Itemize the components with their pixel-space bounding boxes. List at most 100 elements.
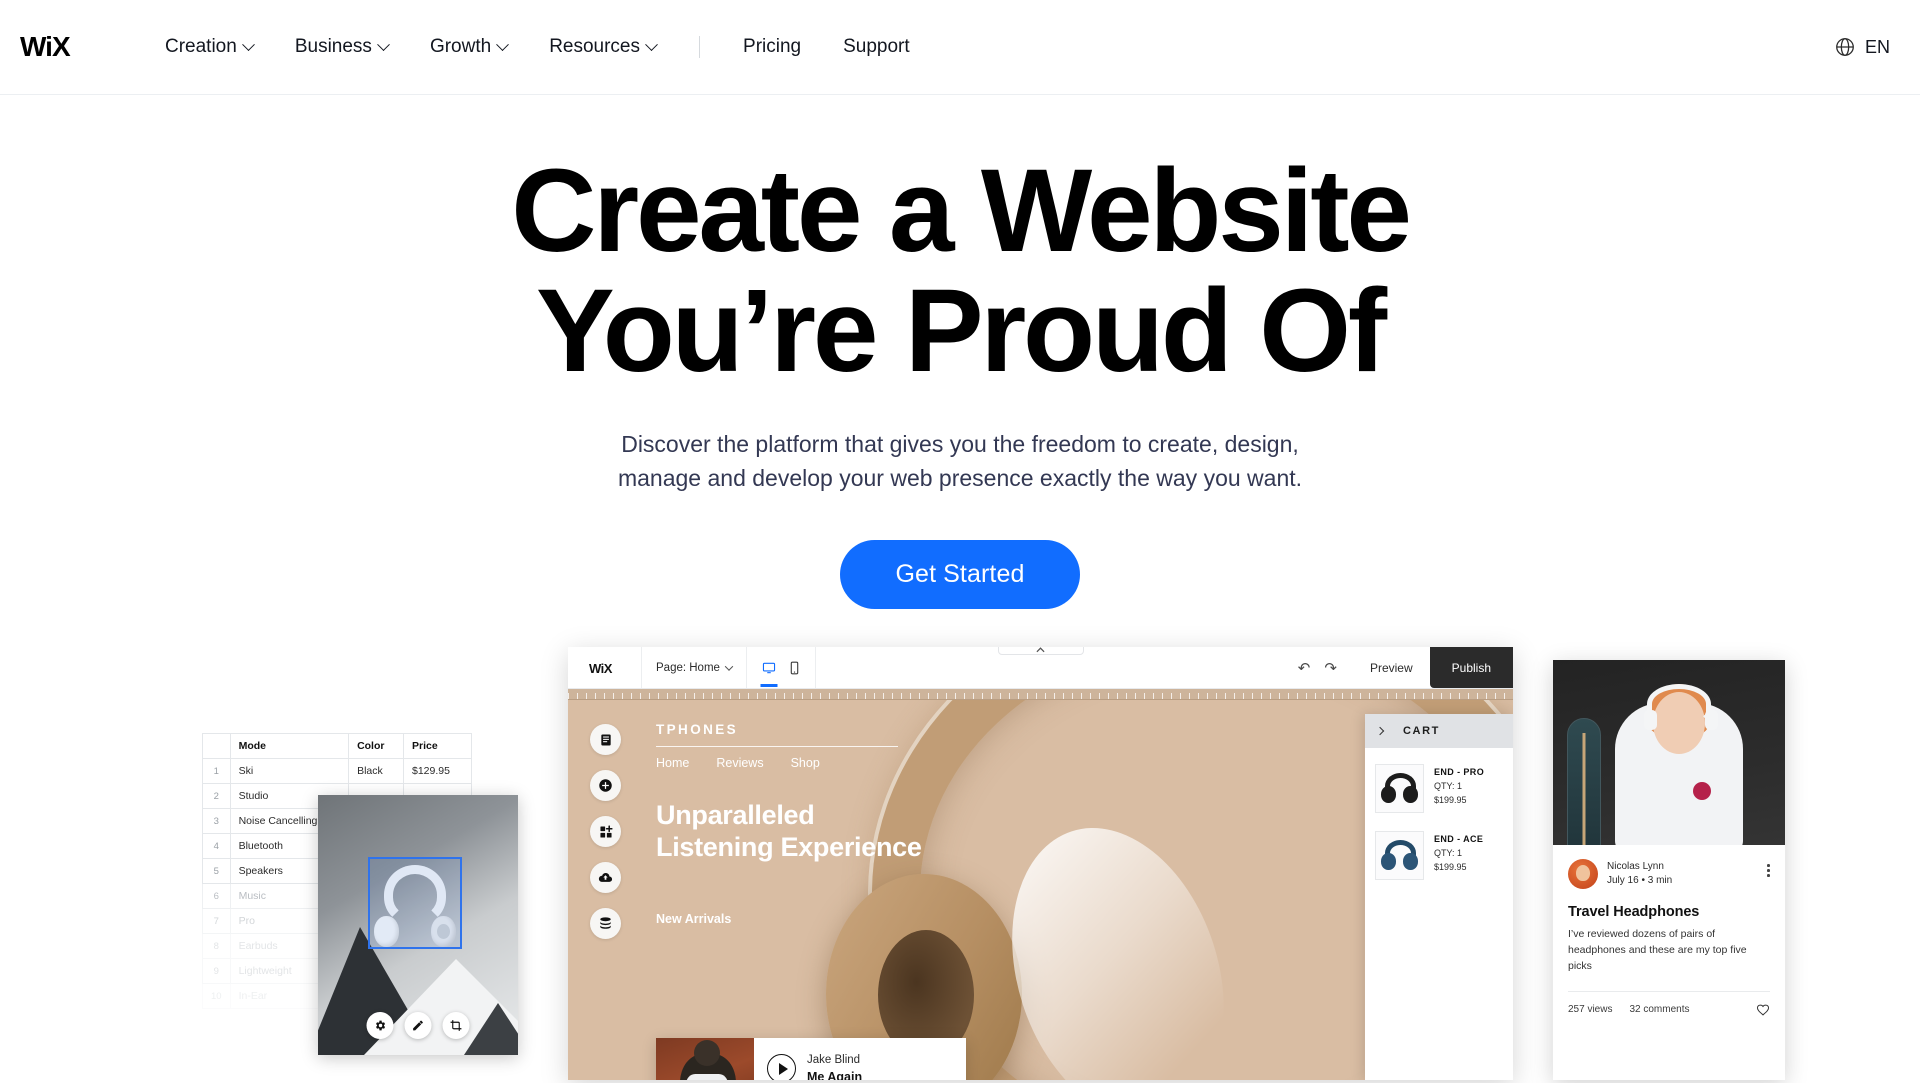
wix-logo[interactable]: WiX [18, 28, 96, 66]
nav-divider [699, 36, 701, 58]
nav-item-pricing[interactable]: Pricing [722, 26, 822, 68]
blog-post-meta: July 16 • 3 min [1607, 875, 1673, 886]
cell-index: 4 [202, 833, 231, 859]
cell-index: 2 [202, 783, 231, 809]
mountain-shape [464, 1003, 518, 1055]
editor-collapse-tab[interactable] [997, 647, 1084, 655]
hero-subtitle: Discover the platform that gives you the… [0, 428, 1920, 496]
nav-item-label: Support [843, 36, 910, 57]
editor-history-controls: ↶ ↷ [1282, 659, 1353, 677]
image-selection-box[interactable] [368, 857, 462, 949]
editor-tool-rail [590, 724, 621, 939]
table-row[interactable]: 1 Ski Black $129.95 [202, 758, 472, 784]
globe-icon [1836, 38, 1854, 56]
site-brand-name: TPHONES [656, 722, 739, 737]
hero-subtitle-line-2: manage and develop your web presence exa… [617, 464, 1303, 491]
pages-menu-icon[interactable] [590, 724, 621, 755]
music-player-widget: Jake Blind Me Again ⏮ ⏭ 00:00 / 03:04 🔊 [656, 1038, 966, 1080]
editor-preview-button[interactable]: Preview [1353, 661, 1430, 675]
nav-item-growth[interactable]: Growth [409, 26, 528, 68]
cell-index: 8 [202, 933, 231, 959]
hero-subtitle-line-1: Discover the platform that gives you the… [621, 430, 1299, 457]
get-started-button[interactable]: Get Started [839, 540, 1081, 610]
site-headline-line-1: Unparalleled [656, 800, 815, 830]
headphone-cup-right [1705, 710, 1718, 730]
editor-ruler [568, 689, 1513, 700]
cta-container: Get Started [0, 540, 1920, 610]
chevron-down-icon [496, 37, 510, 51]
nav-item-creation[interactable]: Creation [144, 26, 274, 68]
chevron-down-icon [377, 37, 390, 51]
edit-pencil-icon[interactable] [404, 1012, 432, 1039]
skateboard-shape [1567, 718, 1601, 845]
site-headline: Unparalleled Listening Experience [656, 800, 922, 864]
cart-panel: CART END - PRO QTY: 1 $199.95 END - ACE … [1365, 714, 1513, 1080]
mobile-blog-card: Nicolas Lynn July 16 • 3 min Travel Head… [1553, 660, 1785, 1080]
editor-page-selector[interactable]: Page: Home [642, 647, 747, 688]
avatar[interactable] [1568, 859, 1598, 889]
cart-item[interactable]: END - PRO QTY: 1 $199.95 [1375, 764, 1503, 813]
site-headline-line-2: Listening Experience [656, 831, 922, 862]
more-options-icon[interactable] [1767, 864, 1770, 877]
table-col-price: Price [403, 733, 472, 759]
chevron-right-icon [1375, 726, 1385, 736]
blog-post-title: Travel Headphones [1568, 904, 1700, 920]
headphone-cup-right [1403, 853, 1418, 870]
blog-author-name: Nicolas Lynn [1607, 860, 1664, 872]
blog-comments-count: 32 comments [1629, 1004, 1690, 1016]
cart-item-price: $199.95 [1434, 861, 1467, 872]
cell-index: 7 [202, 908, 231, 934]
mobile-view-icon[interactable] [789, 661, 800, 675]
desktop-view-icon[interactable] [762, 661, 776, 675]
language-label: EN [1864, 36, 1890, 57]
settings-gear-icon[interactable] [366, 1012, 394, 1039]
redo-icon[interactable]: ↷ [1324, 659, 1337, 677]
cell-index: 1 [202, 758, 231, 784]
hero-section: Create a Website You’re Proud Of Discove… [0, 95, 1920, 610]
site-nav-reviews[interactable]: Reviews [716, 756, 763, 770]
site-preview-content: TPHONES Home Reviews Shop Unparalleled L… [656, 722, 922, 926]
cart-item-qty: QTY: 1 [1434, 847, 1463, 858]
cart-item-details: END - ACE QTY: 1 $199.95 [1434, 831, 1483, 880]
crop-icon[interactable] [442, 1012, 470, 1039]
editor-canvas[interactable]: TPHONES Home Reviews Shop Unparalleled L… [568, 700, 1513, 1080]
table-header-row: Mode Color Price [202, 733, 472, 759]
nav-item-label: Growth [429, 36, 492, 57]
table-col-mode: Mode [229, 733, 350, 759]
cell-index: 3 [202, 808, 231, 834]
music-player-main-row: Jake Blind Me Again [767, 1053, 954, 1080]
site-nav-shop[interactable]: Shop [791, 756, 820, 770]
nav-item-support[interactable]: Support [822, 26, 931, 68]
chevron-down-icon [241, 37, 255, 51]
editor-publish-button[interactable]: Publish [1429, 647, 1513, 688]
nav-item-label: Pricing [743, 36, 802, 57]
cell-mode: Ski [229, 758, 350, 784]
cart-item[interactable]: END - ACE QTY: 1 $199.95 [1375, 831, 1503, 880]
cell-index: 6 [202, 883, 231, 909]
editor-wix-logo[interactable]: WiX [568, 647, 642, 688]
table-col-index [202, 733, 231, 759]
nav-item-label: Creation [165, 36, 237, 57]
upload-media-icon[interactable] [590, 862, 621, 893]
site-nav-home[interactable]: Home [656, 756, 689, 770]
language-switcher[interactable]: EN [1834, 36, 1890, 58]
blog-author-meta: Nicolas Lynn July 16 • 3 min [1607, 860, 1672, 889]
blog-views-count: 257 views [1568, 1004, 1613, 1016]
database-layers-icon[interactable] [590, 908, 621, 939]
chevron-down-icon [724, 661, 734, 671]
nav-item-business[interactable]: Business [274, 26, 409, 68]
cell-index: 5 [202, 858, 231, 884]
undo-icon[interactable]: ↶ [1298, 659, 1311, 677]
chevron-down-icon [645, 37, 658, 51]
cart-item-thumbnail [1375, 764, 1424, 813]
cart-header[interactable]: CART [1365, 714, 1513, 748]
cell-index: 9 [202, 958, 231, 984]
table-header: Mode Color Price [202, 733, 472, 759]
apps-add-icon[interactable] [590, 816, 621, 847]
cell-price: $129.95 [403, 758, 472, 784]
hero-title-line-2: You’re Proud Of [536, 265, 1387, 398]
play-icon[interactable] [767, 1054, 796, 1080]
nav-item-resources[interactable]: Resources [528, 26, 677, 68]
add-element-icon[interactable] [590, 770, 621, 801]
heart-like-icon[interactable] [1756, 1003, 1770, 1017]
